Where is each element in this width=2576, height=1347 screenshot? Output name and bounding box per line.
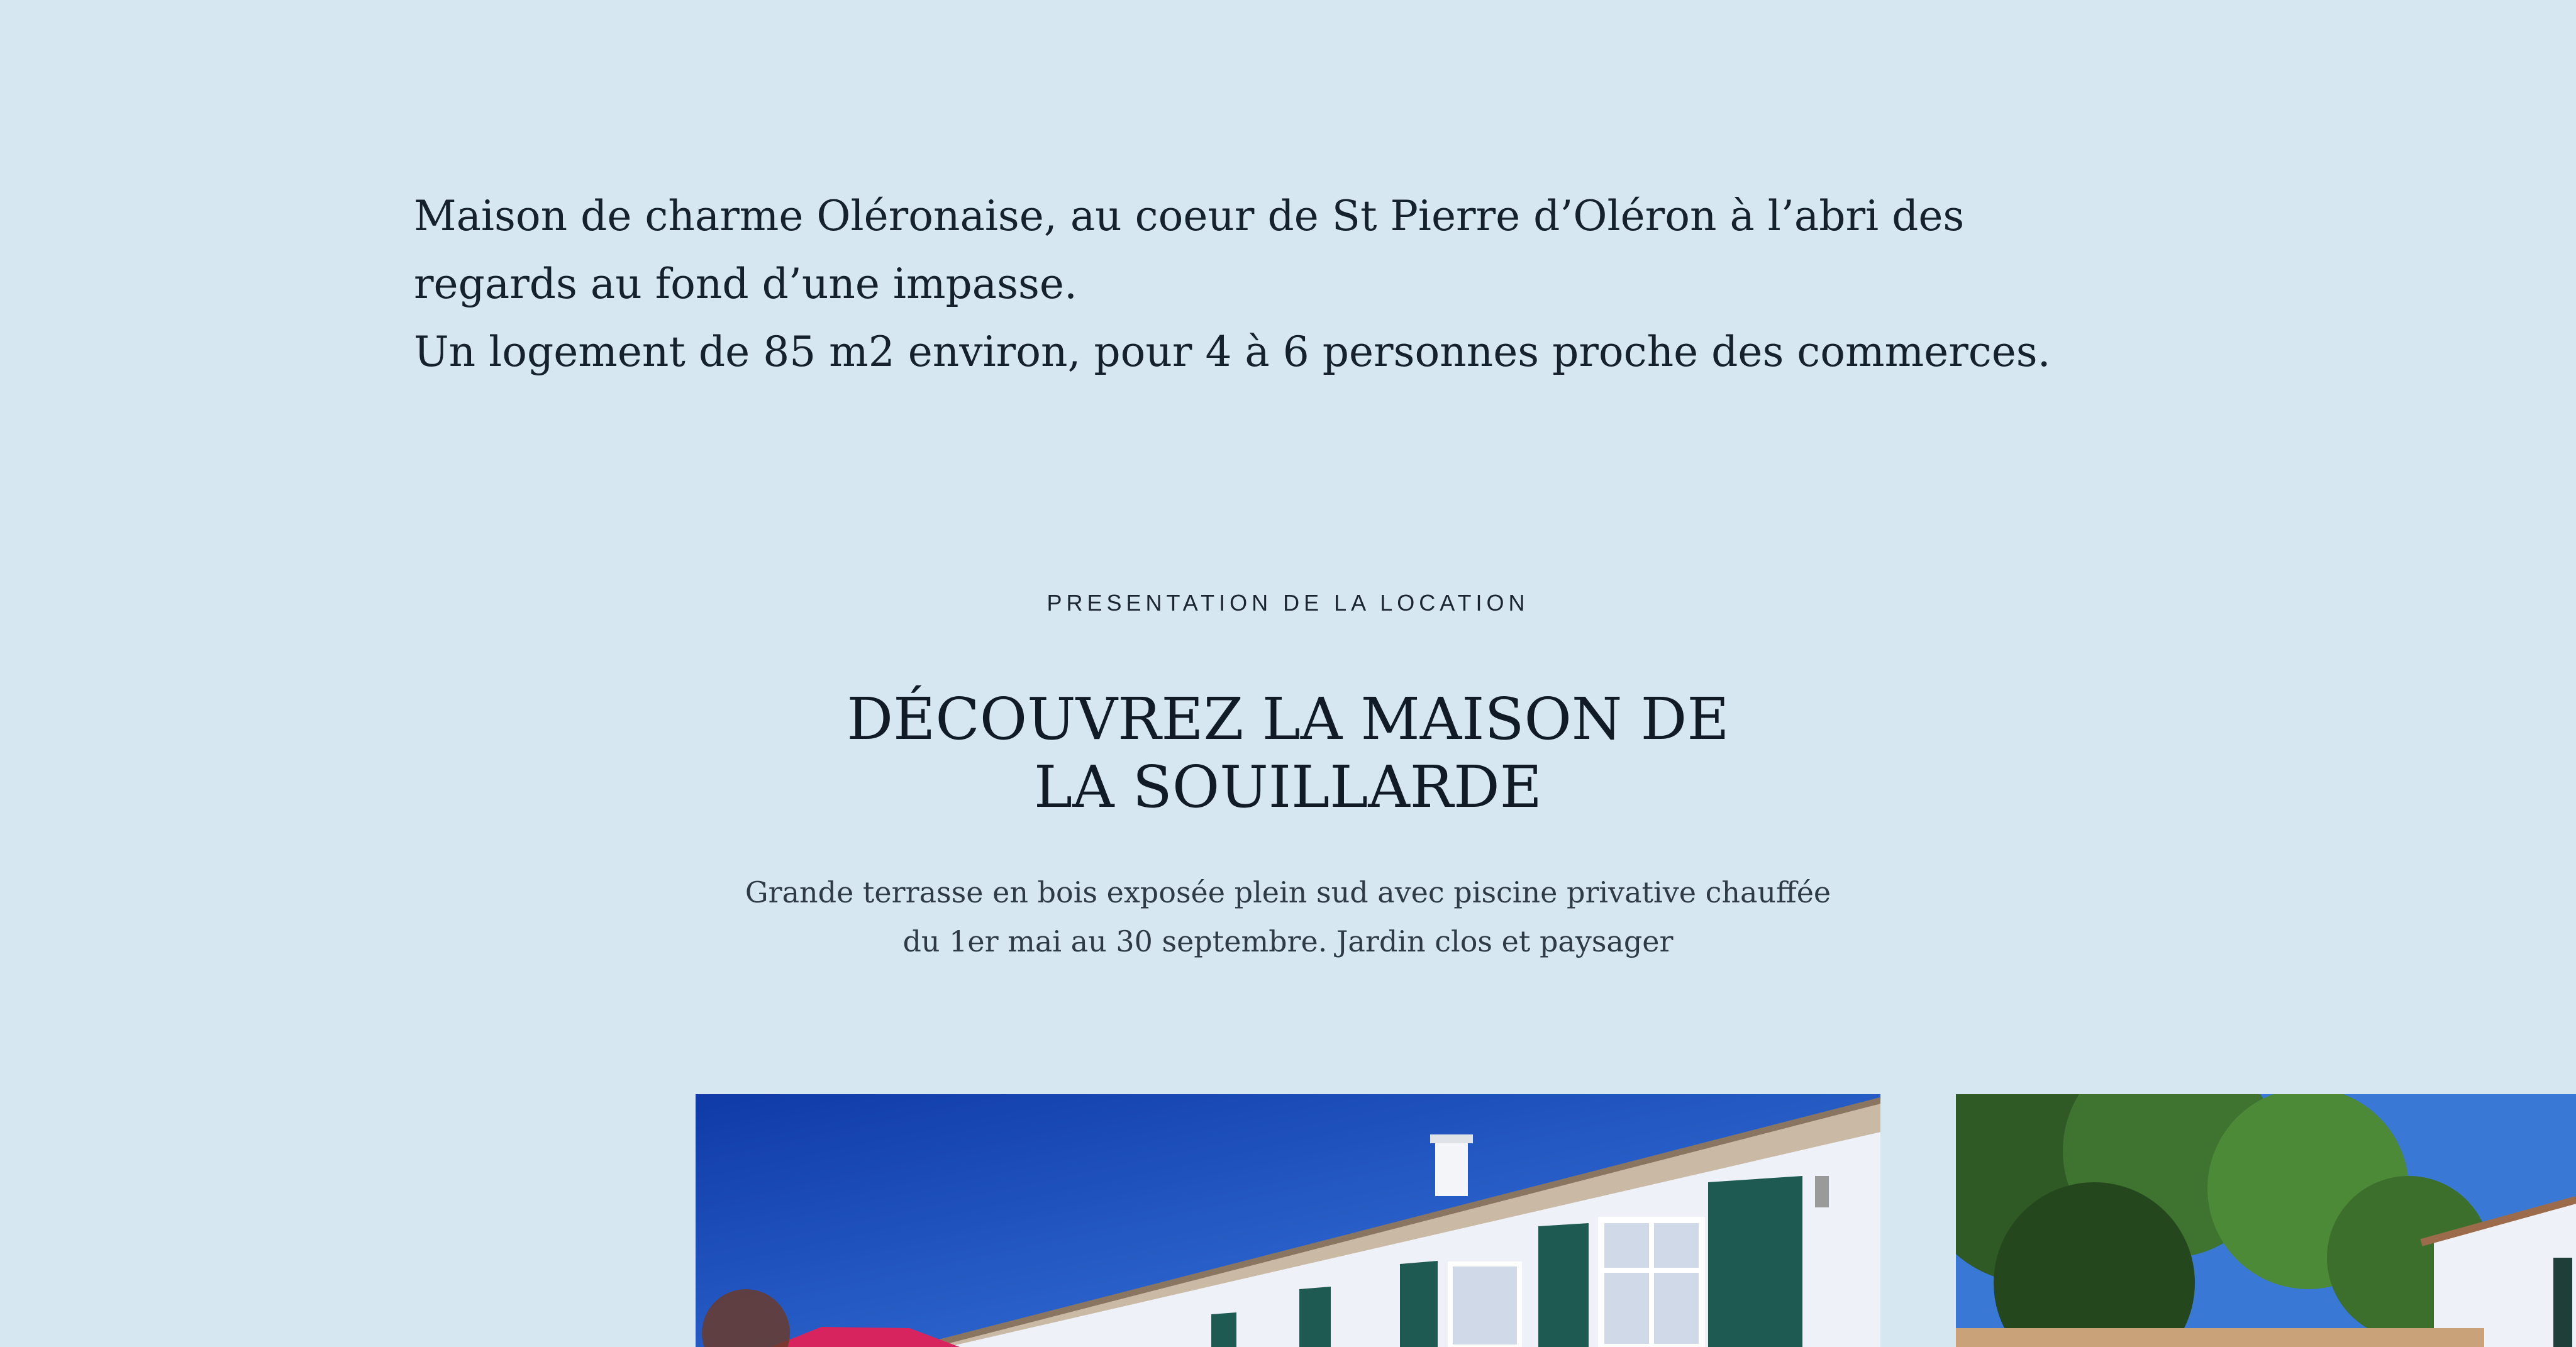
house-photo-image	[696, 1094, 1880, 1347]
garden-photo-image	[1956, 1094, 2576, 1347]
intro-paragraph-2: Un logement de 85 m2 environ, pour 4 à 6…	[414, 328, 2051, 376]
section-subtitle: Grande terrasse en bois exposée plein su…	[745, 875, 1831, 958]
intro-text: Maison de charme Oléronaise, au coeur de…	[414, 182, 2112, 386]
section-heading-line-1: DÉCOUVREZ LA MAISON DE	[847, 685, 1729, 753]
intro-paragraph-1: Maison de charme Oléronaise, au coeur de…	[414, 192, 1965, 308]
house-photo[interactable]	[696, 1094, 1880, 1347]
section-eyebrow: PRESENTATION DE LA LOCATION	[1046, 590, 1530, 616]
section-heading: DÉCOUVREZ LA MAISON DE LA SOUILLARDE	[0, 685, 2576, 821]
garden-photo[interactable]	[1956, 1094, 2576, 1347]
section-heading-line-2: LA SOUILLARDE	[1034, 753, 1542, 821]
